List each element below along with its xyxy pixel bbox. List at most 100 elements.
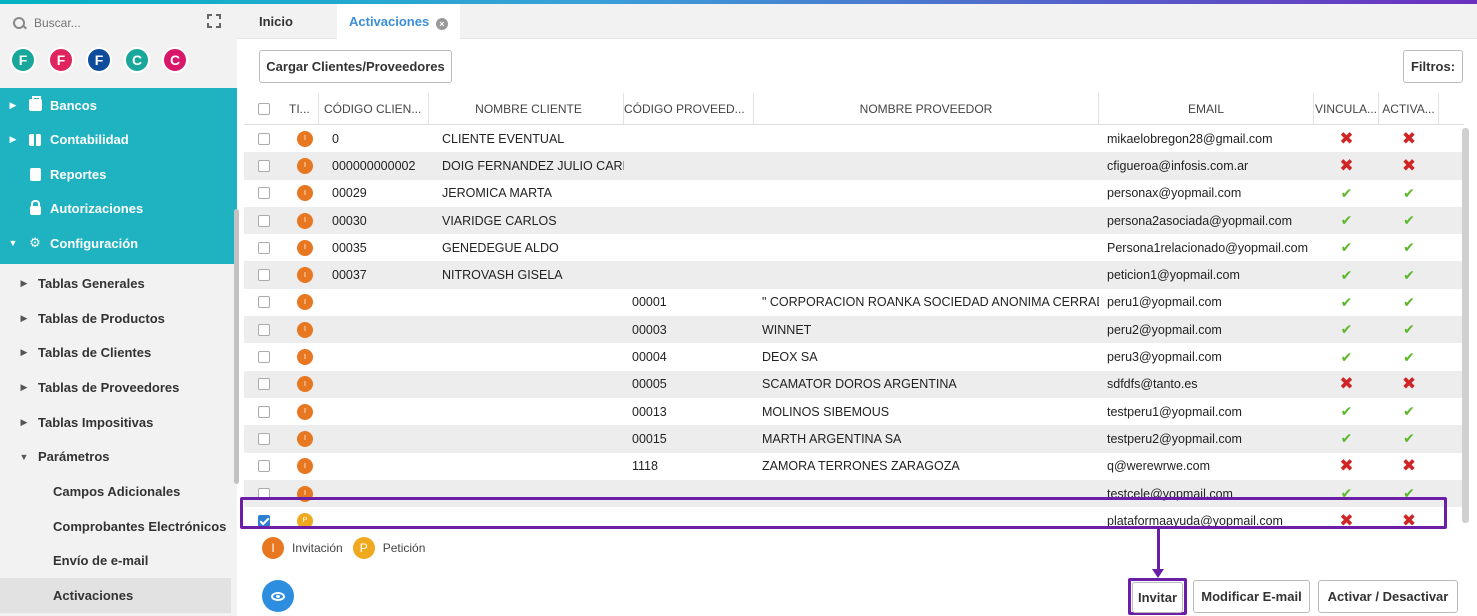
row-checkbox[interactable] [258, 214, 270, 227]
tab-activaciones[interactable]: Activaciones × [337, 4, 460, 39]
row-checkbox[interactable] [258, 405, 270, 418]
submenu-item[interactable]: ▶ Tablas de Clientes [0, 335, 237, 370]
menu-item-contabilidad[interactable]: ▶ Contabilidad [0, 123, 237, 158]
leaf-menu-item[interactable]: Envío de e-mail [0, 544, 237, 579]
avatar[interactable]: F [86, 47, 112, 73]
sidebar-scrollbar[interactable] [234, 209, 239, 484]
row-checkbox[interactable] [258, 460, 270, 473]
codigo-proveedor-cell [624, 152, 754, 179]
col-header-nombre-cliente[interactable]: NOMBRE CLIENTE [434, 93, 624, 124]
avatar[interactable]: C [162, 47, 188, 73]
search-input[interactable] [34, 16, 184, 30]
col-header-activado[interactable]: ACTIVA... [1379, 93, 1439, 124]
col-header-codigo-proveedor[interactable]: CÓDIGO PROVEED... [624, 93, 754, 124]
nombre-proveedor-cell [754, 207, 1099, 234]
menu-item-label: Bancos [50, 97, 97, 113]
row-checkbox-cell[interactable] [258, 207, 276, 234]
table-row[interactable]: I 00015 MARTH ARGENTINA SA testperu2@yopmai… [244, 425, 1464, 453]
col-header-nombre-proveedor[interactable]: NOMBRE PROVEEDOR [754, 93, 1099, 124]
table-row[interactable]: I 00037 NITROVASH GISELA peticion1@yopmail.… [244, 261, 1464, 289]
activado-cell: ✔ [1379, 343, 1439, 370]
col-header-email[interactable]: EMAIL [1099, 93, 1314, 124]
cross-icon: ✖ [1401, 456, 1417, 476]
table-row[interactable]: I 00003 WINNET peru2@yopmail.com ✔ ✔ [244, 316, 1464, 344]
close-tab-icon[interactable]: × [435, 18, 448, 30]
select-all-cell[interactable] [258, 93, 276, 124]
filtros-button[interactable]: Filtros: [1403, 50, 1463, 83]
submenu-item[interactable]: ▶ Tablas Generales [0, 266, 237, 301]
table-row[interactable]: I 00013 MOLINOS SIBEMOUS testperu1@yopmail.… [244, 398, 1464, 425]
row-checkbox[interactable] [258, 132, 270, 145]
row-checkbox-cell[interactable] [258, 152, 276, 179]
table-row[interactable]: I 00029 JEROMICA MARTA personax@yopmail.com… [244, 180, 1464, 207]
check-icon: ✔ [1340, 184, 1353, 201]
avatar[interactable]: F [48, 47, 74, 73]
submenu-item[interactable]: ▼ Parámetros [0, 439, 237, 474]
table-row[interactable]: I 000000000002 DOIG FERNANDEZ JULIO CARLOS… [244, 152, 1464, 180]
row-checkbox[interactable] [258, 159, 270, 172]
col-header-codigo-cliente[interactable]: CÓDIGO CLIEN... [324, 93, 429, 124]
select-all-checkbox[interactable] [258, 102, 270, 115]
table-row[interactable]: I 00030 VIARIDGE CARLOS persona2asociada@yo… [244, 206, 1464, 235]
menu-item-autorizaciones[interactable]: Autorizaciones [0, 192, 237, 227]
table-row[interactable]: I 00005 SCAMATOR DOROS ARGENTINA sdfdfs@tan… [244, 370, 1464, 398]
menu-item-bancos[interactable]: ▶ Bancos [0, 88, 237, 123]
col-header-vinculado[interactable]: VINCULA... [1314, 93, 1379, 124]
menu-item-configuración[interactable]: ▼ ⚙ Configuración [0, 226, 237, 261]
modificar-email-button[interactable]: Modificar E-mail [1193, 580, 1310, 613]
submenu-item[interactable]: ▶ Tablas de Proveedores [0, 370, 237, 405]
row-checkbox[interactable] [258, 432, 270, 445]
submenu-item[interactable]: ▶ Tablas de Productos [0, 301, 237, 336]
table-row[interactable]: I 00001 " CORPORACION ROANKA SOCIEDAD ANON… [244, 289, 1464, 316]
leaf-menu-item[interactable]: Activaciones [0, 578, 231, 613]
grid-body: I 0 CLIENTE EVENTUAL mikaelobregon28@gmail.… [244, 125, 1464, 535]
row-checkbox-cell[interactable] [258, 234, 276, 261]
submenu-item[interactable]: ▶ Tablas Impositivas [0, 405, 237, 440]
nombre-cliente-cell [434, 371, 624, 398]
row-checkbox-cell[interactable] [258, 316, 276, 343]
table-row[interactable]: I 0 CLIENTE EVENTUAL mikaelobregon28@gmail.… [244, 125, 1464, 152]
row-checkbox-cell[interactable] [258, 261, 276, 288]
col-header-tipo[interactable]: TI... [289, 93, 319, 124]
activado-cell: ✖ [1379, 125, 1439, 152]
expand-icon[interactable] [207, 14, 221, 28]
row-type-cell: I [289, 425, 319, 452]
row-checkbox[interactable] [258, 296, 270, 309]
activar-desactivar-button[interactable]: Activar / Desactivar [1318, 580, 1458, 613]
menu-item-reportes[interactable]: Reportes [0, 157, 237, 192]
grid-scrollbar[interactable] [1462, 128, 1469, 523]
invitacion-icon: I [297, 130, 313, 147]
avatar[interactable]: F [10, 47, 36, 73]
table-row[interactable]: I 1118 ZAMORA TERRONES ZARAGOZA q@werewrwe.… [244, 453, 1464, 480]
cargar-clientes-proveedores-button[interactable]: Cargar Clientes/Proveedores [259, 50, 452, 83]
tab-inicio[interactable]: Inicio [259, 14, 293, 29]
cross-icon: ✖ [1339, 155, 1354, 175]
table-row[interactable]: I 00004 DEOX SA peru3@yopmail.com ✔ ✔ [244, 343, 1464, 370]
leaf-menu-item[interactable]: Campos Adicionales [0, 474, 237, 509]
row-checkbox-cell[interactable] [258, 289, 276, 316]
sidebar: FFFCC ▶Bancos▶ContabilidadReportesAutori… [0, 4, 239, 616]
row-checkbox-cell[interactable] [258, 125, 276, 152]
row-checkbox-cell[interactable] [258, 398, 276, 425]
row-checkbox-cell[interactable] [258, 371, 276, 398]
row-checkbox-cell[interactable] [258, 425, 276, 452]
invitar-button[interactable]: Invitar [1132, 582, 1183, 613]
search-box[interactable] [12, 12, 192, 34]
activaciones-grid: TI... CÓDIGO CLIEN... NOMBRE CLIENTE CÓD… [244, 93, 1464, 535]
row-checkbox-cell[interactable] [258, 453, 276, 480]
row-checkbox-cell[interactable] [258, 180, 276, 207]
row-checkbox[interactable] [258, 241, 270, 254]
row-checkbox[interactable] [258, 323, 270, 336]
avatar[interactable]: C [124, 47, 150, 73]
row-checkbox-cell[interactable] [258, 343, 276, 370]
table-row[interactable]: I 00035 GENEDEGUE ALDO Persona1relacionado@… [244, 234, 1464, 261]
view-button[interactable] [262, 580, 294, 612]
row-checkbox[interactable] [258, 187, 270, 200]
row-checkbox[interactable] [258, 351, 270, 364]
row-checkbox[interactable] [258, 269, 270, 282]
leaf-menu-item[interactable]: Comprobantes Electrónicos [0, 509, 237, 544]
nombre-cliente-cell [434, 398, 624, 425]
vinculado-cell: ✔ [1314, 343, 1379, 370]
row-checkbox[interactable] [258, 378, 270, 391]
codigo-cliente-cell [324, 453, 429, 480]
